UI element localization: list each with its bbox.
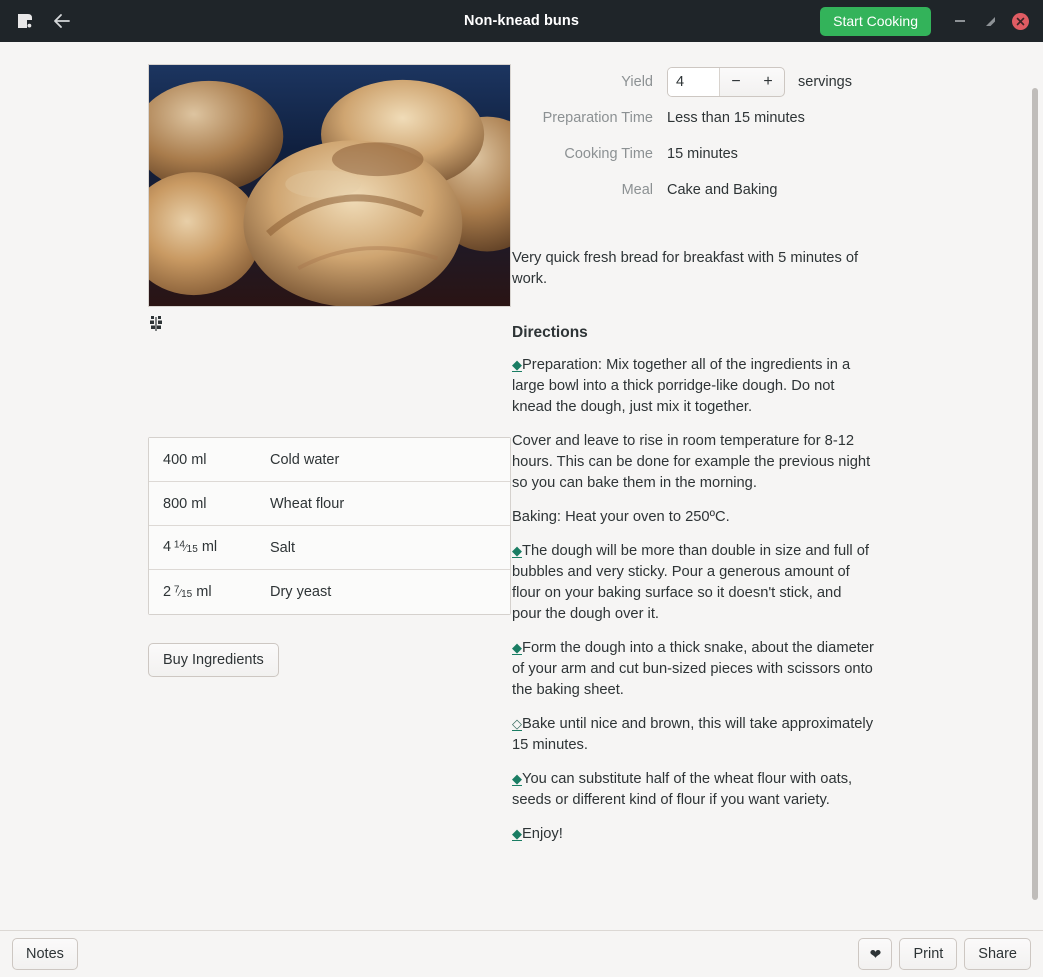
step-text: Enjoy! [522,826,563,842]
ingredient-amount: 4 14⁄15 ml [149,539,267,555]
recipe-description: Very quick fresh bread for breakfast wit… [512,250,859,287]
table-row[interactable]: 2 7⁄15 ml Dry yeast [149,570,510,614]
recipe-photo[interactable] [148,64,511,307]
step-bullet-filled-icon[interactable]: ◆ [512,641,522,655]
action-bar-right-group: ❤ Print Share [858,937,1031,971]
amount-unit: ml [196,583,212,600]
ingredient-amount: 400 ml [163,451,207,468]
meta-value-cooking-time: 15 minutes [667,146,738,162]
meta-label-prep-time: Preparation Time [542,110,653,126]
step-bullet-filled-icon[interactable]: ◆ [512,544,522,558]
meta-label-yield: Yield [621,74,653,90]
ingredient-amount: 800 ml [163,495,207,512]
ingredient-name: Wheat flour [270,495,345,512]
meta-row-yield: Yield − + servings [512,64,913,100]
direction-step: ◇Bake until nice and brown, this will ta… [512,714,874,756]
servings-label: servings [798,74,852,90]
step-bullet-filled-icon[interactable]: ◆ [512,827,522,841]
plus-icon[interactable]: + [752,68,784,96]
meta-row-cooking-time: Cooking Time 15 minutes [512,136,913,172]
meta-row-meal: Meal Cake and Baking [512,172,913,208]
meta-label-cooking-time: Cooking Time [564,146,653,162]
step-bullet-hollow-icon[interactable]: ◇ [512,717,522,731]
ingredient-name: Dry yeast [270,584,332,600]
step-text: Form the dough into a thick snake, about… [512,640,874,698]
step-text: Bake until nice and brown, this will tak… [512,716,874,753]
maximize-icon[interactable] [975,6,1005,36]
amount-whole: 2 [163,583,172,600]
direction-step: ◆Form the dough into a thick snake, abou… [512,638,874,701]
left-column: 400 ml Cold water 800 ml Wheat flour 4 1… [0,64,512,930]
table-row[interactable]: 400 ml Cold water [149,438,510,482]
step-text: You can substitute half of the wheat flo… [512,771,853,808]
meta-label-meal: Meal [621,182,653,198]
direction-step: Baking: Heat your oven to 250ºC. [512,507,874,528]
step-text: Baking: Heat your oven to 250ºC. [512,509,730,525]
step-text: The dough will be more than double in si… [512,543,870,622]
action-bar: Notes ❤ Print Share [0,930,1043,977]
meta-value-yield: − + servings [667,67,852,97]
direction-step: ◆The dough will be more than double in s… [512,541,874,625]
buy-ingredients-button[interactable]: Buy Ingredients [148,643,279,677]
favorite-button[interactable]: ❤ [858,937,893,971]
table-row[interactable]: 4 14⁄15 ml Salt [149,526,510,570]
header-left-group [8,7,76,35]
notes-button[interactable]: Notes [12,937,78,971]
ingredient-amount: 2 7⁄15 ml [149,584,267,600]
back-button[interactable] [48,7,76,35]
print-button[interactable]: Print [899,937,958,971]
direction-step: ◆Preparation: Mix together all of the in… [512,355,874,418]
direction-step: ◆You can substitute half of the wheat fl… [512,769,874,811]
amount-fraction: 7⁄15 [173,584,193,601]
scrollbar-thumb[interactable] [1032,88,1038,900]
table-row[interactable]: 800 ml Wheat flour [149,482,510,526]
vertical-scrollbar[interactable] [1031,84,1039,930]
direction-step: ◆Enjoy! [512,824,874,845]
step-bullet-filled-icon[interactable]: ◆ [512,358,522,372]
header-right-group: Start Cooking [820,6,1035,36]
minus-icon[interactable]: − [720,68,752,96]
recipe-window: Non-knead buns Start Cooking 400 ml Cold… [0,0,1043,977]
step-text: Cover and leave to rise in room temperat… [512,433,871,491]
share-button[interactable]: Share [964,937,1031,971]
yield-input[interactable] [668,68,720,96]
direction-step: Cover and leave to rise in room temperat… [512,431,874,494]
directions-heading: Directions [512,324,588,341]
step-text: Preparation: Mix together all of the ing… [512,357,851,415]
meta-row-prep-time: Preparation Time Less than 15 minutes [512,100,913,136]
recipe-scroll-area: 400 ml Cold water 800 ml Wheat flour 4 1… [0,42,1043,930]
ingredients-table: 400 ml Cold water 800 ml Wheat flour 4 1… [148,437,511,615]
ingredient-name: Salt [270,539,295,556]
yield-stepper[interactable]: − + [667,67,785,97]
heart-icon: ❤ [869,946,882,962]
minimize-icon[interactable] [945,6,975,36]
amount-unit: ml [201,539,218,556]
amount-whole: 4 [163,539,172,556]
meta-value-prep-time: Less than 15 minutes [667,110,805,126]
wheat-grain-icon [148,314,164,337]
buy-ingredients-section: Buy Ingredients [148,643,512,677]
close-icon[interactable] [1005,6,1035,36]
meta-value-meal: Cake and Baking [667,182,778,198]
main-content: 400 ml Cold water 800 ml Wheat flour 4 1… [0,42,1043,930]
start-cooking-button[interactable]: Start Cooking [820,6,931,36]
step-bullet-filled-icon[interactable]: ◆ [512,772,522,786]
amount-fraction: 14⁄15 [173,539,198,556]
photo-section [148,64,511,336]
photo-meta-row [148,314,511,336]
header-bar: Non-knead buns Start Cooking [0,0,1043,42]
right-column: Yield − + servings Preparation Time [512,64,1043,930]
recipe-meta-table: Yield − + servings Preparation Time [512,64,913,208]
recipe-app-icon [16,12,34,30]
ingredient-name: Cold water [270,451,340,468]
